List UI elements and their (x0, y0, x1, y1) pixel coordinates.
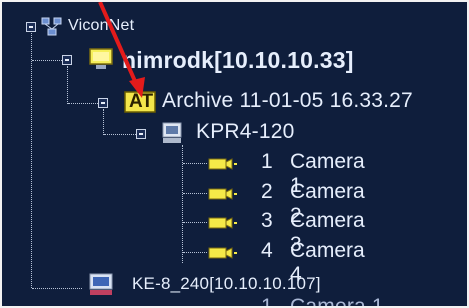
camera-icon (208, 156, 238, 177)
camera-number: 2 (261, 180, 273, 203)
unit-node-label[interactable]: KPR4-120 (196, 120, 295, 144)
expander-server[interactable] (62, 55, 72, 65)
server2-node-label[interactable]: KE-8_240[10.10.10.107] (132, 274, 321, 294)
camera-icon (208, 215, 238, 236)
archive-badge: AT (129, 91, 154, 112)
expander-unit[interactable] (136, 129, 146, 139)
camera-icon (208, 245, 238, 266)
tree-guide (67, 66, 68, 104)
partial-camera-name: Camera 1 (290, 295, 384, 308)
tree-guide (104, 134, 138, 135)
tree-guide (183, 252, 207, 253)
camera-number: 1 (261, 150, 273, 173)
camera-number: 4 (261, 239, 273, 262)
pc-monitor-icon (88, 272, 116, 303)
tree-guide (32, 60, 62, 61)
tree-guide (183, 163, 207, 164)
archive-node-label[interactable]: Archive 11-01-05 16.33.27 (162, 89, 413, 113)
tree-guide (183, 222, 207, 223)
expander-root[interactable] (26, 22, 36, 32)
tree-guide (183, 193, 207, 194)
expander-archive[interactable] (98, 98, 108, 108)
tree-guide (31, 33, 32, 288)
camera-icon (208, 186, 238, 207)
server-monitor-icon (88, 47, 118, 76)
tree-guide (68, 103, 98, 104)
device-tree-panel: ViconNet nimrodk[10.10.10.33] AT Archive… (0, 0, 469, 308)
network-icon (40, 16, 64, 43)
camera-number: 3 (261, 209, 273, 232)
partial-camera-number: 1 (261, 295, 273, 308)
tree-root-label[interactable]: ViconNet (68, 17, 134, 35)
tree-guide (103, 109, 104, 135)
device-icon (160, 120, 186, 151)
server-node-label[interactable]: nimrodk[10.10.10.33] (122, 47, 354, 74)
tree-guide (32, 288, 82, 289)
